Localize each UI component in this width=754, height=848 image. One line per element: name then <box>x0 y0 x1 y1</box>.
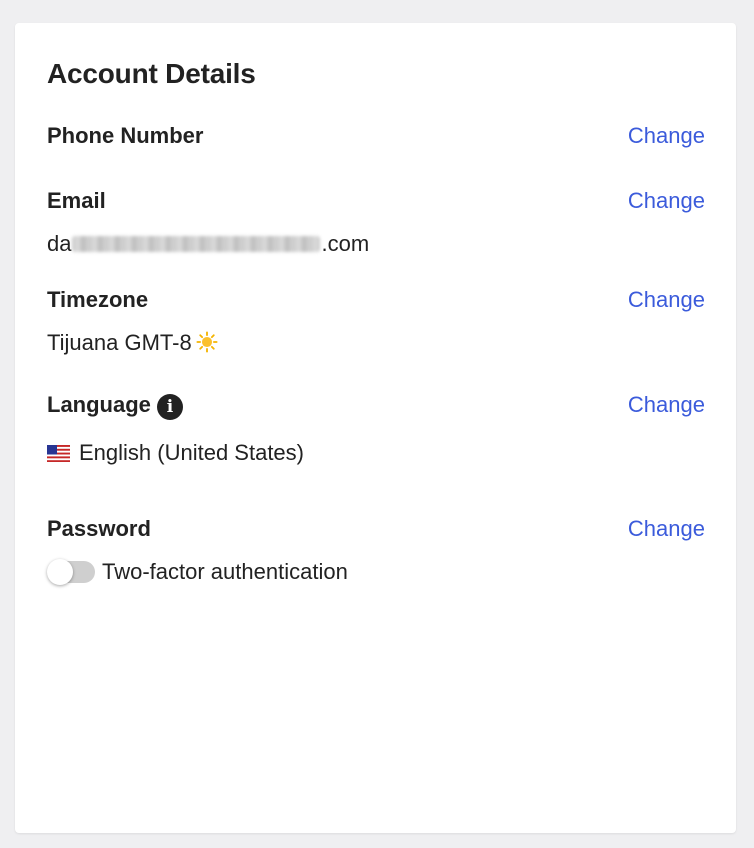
account-details-card: Account Details Phone Number Change Emai… <box>15 23 736 833</box>
email-suffix: .com <box>321 231 370 256</box>
change-timezone-button[interactable]: Change <box>628 287 705 313</box>
us-flag-icon <box>47 445 70 462</box>
email-prefix: da <box>47 231 72 256</box>
email-value: da .com <box>47 231 369 257</box>
change-phone-button[interactable]: Change <box>628 123 705 149</box>
two-factor-label: Two-factor authentication <box>102 559 348 584</box>
page-title: Account Details <box>47 58 256 89</box>
two-factor-toggle[interactable] <box>47 559 95 585</box>
sun-icon <box>196 331 218 353</box>
language-text: English (United States) <box>79 440 304 465</box>
email-label: Email <box>47 188 106 213</box>
phone-number-label: Phone Number <box>47 123 204 148</box>
change-password-button[interactable]: Change <box>628 516 705 542</box>
timezone-text: Tijuana GMT-8 <box>47 330 192 355</box>
password-label: Password <box>47 516 151 541</box>
language-label: Language <box>47 392 151 417</box>
timezone-label: Timezone <box>47 287 149 312</box>
email-redacted <box>72 236 321 252</box>
change-language-button[interactable]: Change <box>628 392 705 418</box>
language-value: English (United States) <box>47 440 304 466</box>
timezone-value: Tijuana GMT-8 <box>47 330 218 356</box>
toggle-knob <box>47 559 73 585</box>
info-icon[interactable]: i <box>157 394 183 420</box>
change-email-button[interactable]: Change <box>628 188 705 214</box>
